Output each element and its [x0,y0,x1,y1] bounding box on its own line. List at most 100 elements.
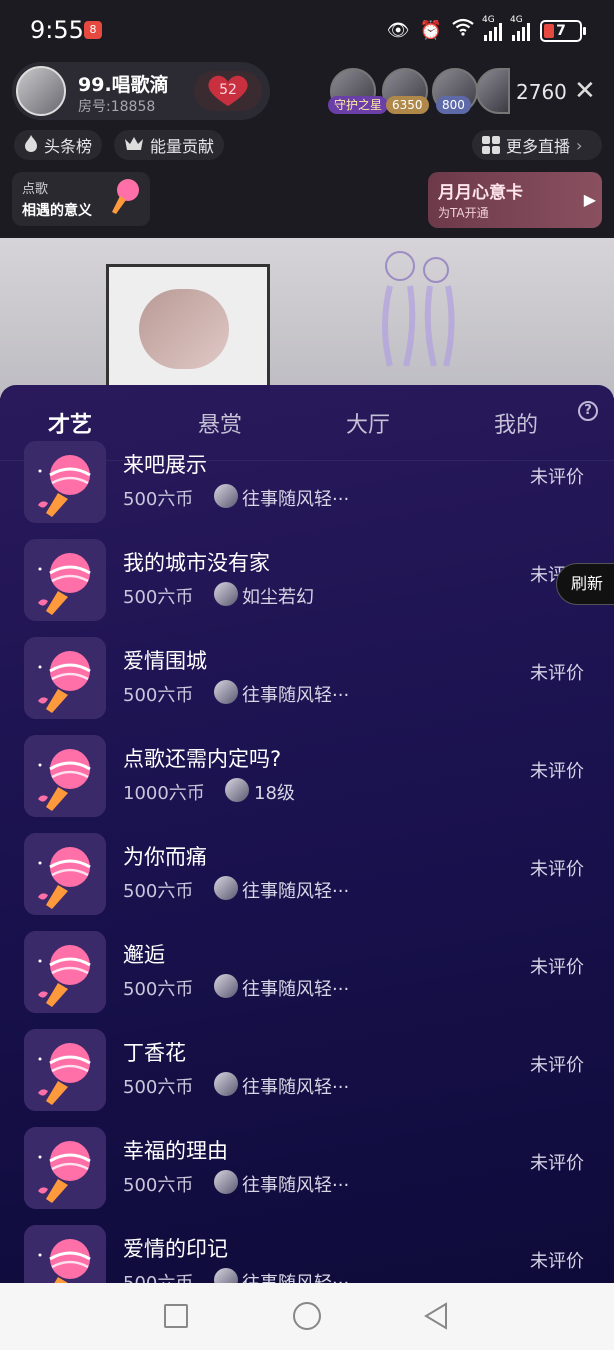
microphone-icon [24,735,106,817]
top-viewers[interactable]: 守护之星 6350 800 [328,68,510,116]
song-title: 点歌还需内定吗? [123,747,282,771]
signal-label-1: 4G [482,14,495,25]
monthly-card-banner[interactable]: 月月心意卡 为TA开通 ▶ [428,172,602,228]
microphone-icon [24,1127,106,1209]
refresh-button[interactable]: 刷新 [556,563,614,605]
follow-heart-button[interactable]: 52 [194,71,262,111]
singer-name: 往事随风轻··· [242,1077,350,1098]
tab-mine[interactable]: 我的 [494,407,538,439]
singer-name: 往事随风轻··· [242,685,350,706]
song-price: 500六币 [123,1269,193,1283]
song-row[interactable]: 邂逅 500六币 往事随风轻··· 未评价 [0,931,614,1029]
play-arrow-icon: ▶ [583,190,596,209]
song-title: 邂逅 [123,943,165,967]
signal-label-2: 4G [510,14,523,25]
singer-avatar [214,582,238,606]
microphone-icon [24,1029,106,1111]
signal-icon: 4G [482,15,502,41]
live-room-header: 9:55 8 👁 ⏰ 4G 4G 7 99.唱歌滴 房号:18858 52 守护… [0,0,614,238]
song-request-panel: 才艺 悬赏 大厅 我的 ? 来吧展示 500六币 往事随风轻··· 未评价 我的城市没有… [0,385,614,1283]
singer-avatar [214,1170,238,1194]
singer-name: 18级 [254,783,295,804]
song-title: 我的城市没有家 [123,551,270,575]
microphone-icon [24,931,106,1013]
singer-avatar [225,778,249,802]
tab-bounty[interactable]: 悬赏 [198,407,242,439]
song-title: 爱情围城 [123,649,207,673]
back-button[interactable] [424,1302,448,1334]
song-request-card[interactable]: 点歌 相遇的意义 [12,172,150,226]
rating-status: 未评价 [530,1251,584,1272]
microphone-icon [24,1225,106,1283]
singer-avatar [214,1268,238,1283]
host-avatar[interactable] [16,66,66,116]
battery-icon: 7 [540,19,586,42]
monthly-card-title: 月月心意卡 [438,183,523,203]
song-price: 500六币 [123,1175,194,1196]
rating-status: 未评价 [530,957,584,978]
tab-hall[interactable]: 大厅 [346,407,390,439]
singer-name: 往事随风轻··· [242,1175,350,1196]
singer-name: 往事随风轻··· [242,979,350,1000]
status-time: 9:55 [30,16,84,44]
host-info[interactable]: 99.唱歌滴 房号:18858 52 [12,62,270,120]
song-row[interactable]: 我的城市没有家500六币如尘若幻未评价 [0,539,614,637]
song-title: 丁香花 [123,1041,186,1065]
monthly-card-subtitle: 为TA开通 [438,206,489,220]
recent-apps-button[interactable] [164,1304,188,1328]
chevron-right-icon: › [576,135,583,155]
viewer-avatar[interactable] [476,68,510,114]
host-name: 99.唱歌滴 [78,74,169,96]
wall-frame-image [106,264,270,398]
viewer-contribution: 800 [436,96,471,114]
song-row[interactable]: 丁香花 500六币 往事随风轻··· 未评价 [0,1029,614,1127]
crown-icon [124,135,144,155]
rating-status: 未评价 [530,467,584,488]
singer-avatar [214,484,238,508]
rating-status: 未评价 [530,859,584,880]
song-row[interactable]: 爱情围城 500六币 往事随风轻··· 未评价 [0,637,614,735]
song-request-label: 点歌 [22,182,49,197]
song-price: 500六币 [123,587,194,608]
song-request-title: 相遇的意义 [22,203,92,219]
alarm-icon: ⏰ [419,19,442,41]
song-row[interactable]: 点歌还需内定吗? 1000六币 18级 未评价 [0,735,614,833]
rating-status: 未评价 [530,1153,584,1174]
help-icon[interactable]: ? [578,401,598,421]
singer-avatar [214,680,238,704]
microphone-icon [24,637,106,719]
tab-talent[interactable]: 才艺 [48,407,92,439]
signal-icon-2: 4G [510,15,530,41]
song-row[interactable]: 为你而痛 500六币 往事随风轻··· 未评价 [0,833,614,931]
battery-level: 7 [556,22,566,39]
rating-status: 未评价 [530,1055,584,1076]
song-price: 1000六币 [123,783,205,804]
guard-star-tag: 守护之星 [328,96,389,114]
status-bar: 9:55 8 👁 ⏰ 4G 4G 7 [0,0,614,60]
room-number: 房号:18858 [78,99,156,115]
song-title: 为你而痛 [123,845,207,869]
singer-avatar [214,1072,238,1096]
song-row[interactable]: 爱情的印记 500六币 往事随风轻··· 未评价 [0,1225,614,1283]
heart-icon: 52 [205,74,251,108]
headlines-label: 头条榜 [44,137,93,156]
viewer-contribution: 6350 [386,96,429,114]
close-icon[interactable]: ✕ [574,76,596,106]
singer-name: 往事随风轻··· [242,489,350,510]
song-price: 500六币 [123,881,194,902]
energy-chip[interactable]: 能量贡献 [114,130,225,160]
system-nav-bar [0,1283,614,1350]
song-row[interactable]: 来吧展示 500六币 往事随风轻··· 未评价 [0,441,614,539]
song-row[interactable]: 幸福的理由 500六币 往事随风轻··· 未评价 [0,1127,614,1225]
more-live-chip[interactable]: 更多直播 › [472,130,602,160]
rating-status: 未评价 [530,761,584,782]
live-video[interactable] [0,238,614,398]
audience-count[interactable]: 2760 [516,80,567,104]
singer-avatar [214,974,238,998]
eye-icon: 👁 [386,19,410,41]
headlines-chip[interactable]: 头条榜 [14,130,103,160]
home-button[interactable] [293,1302,321,1330]
microphone-icon [24,539,106,621]
singer-name: 如尘若幻 [242,587,314,608]
song-title: 幸福的理由 [123,1139,228,1163]
